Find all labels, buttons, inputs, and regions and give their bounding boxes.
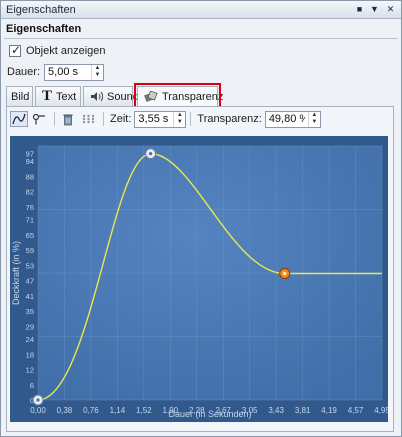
x-tick-label: 0,38 [57, 406, 73, 415]
curve-toolbar: Zeit: ▲▼ Transparenz: ▲▼ [10, 110, 321, 128]
y-tick-label: 18 [26, 350, 34, 359]
time-label: Zeit: [110, 113, 132, 125]
opacity-curve-chart[interactable]: 0,00 0,38 0,76 1,14 1,52 1,90 2,28 2,67 3,05 3,43… [10, 136, 388, 422]
speaker-icon [90, 91, 103, 102]
x-tick-label: 4,57 [348, 406, 364, 415]
delete-keyframe-button[interactable] [59, 111, 77, 127]
x-tick-label: 0,76 [83, 406, 99, 415]
x-tick-label: 4,95 [374, 406, 388, 415]
transparency-panel: Zeit: ▲▼ Transparenz: ▲▼ 0,00 0,38 0,76 1,1… [6, 106, 394, 432]
y-tick-label: 76 [26, 203, 34, 212]
duration-spin-arrows[interactable]: ▲ ▼ [91, 64, 103, 80]
x-tick-label: 0,00 [30, 406, 46, 415]
y-tick-label: 35 [26, 307, 34, 316]
tab-bild[interactable]: Bild [6, 86, 33, 106]
toolbar-separator [103, 112, 104, 126]
y-tick-label: 12 [26, 366, 34, 375]
tab-sound-label: Sound [107, 90, 139, 103]
time-spin-arrows[interactable]: ▲ ▼ [173, 111, 185, 127]
y-tick-label: 24 [26, 335, 34, 344]
y-tick-label: 29 [26, 322, 34, 331]
x-tick-label: 4,19 [321, 406, 337, 415]
grid-dots-icon [82, 114, 94, 124]
y-tick-label: 6 [30, 381, 34, 390]
transparency-spin-arrows[interactable]: ▲ ▼ [307, 111, 320, 127]
time-input[interactable] [135, 111, 174, 127]
curve-mode-button[interactable] [10, 111, 28, 127]
tab-bild-label: Bild [11, 90, 30, 103]
show-object-checkbox[interactable]: ✓ [9, 43, 22, 57]
checkmark-icon: ✓ [11, 43, 22, 57]
window-title: Eigenschaften [6, 4, 76, 16]
keyframe-tool-icon [32, 113, 45, 125]
tab-transparenz[interactable]: Transparenz [134, 83, 223, 109]
title-bar: Eigenschaften ■ ▼ ✕ [1, 1, 401, 19]
tab-text[interactable]: T Text [35, 86, 81, 106]
toolbar-separator [190, 112, 192, 126]
section-header: Eigenschaften [4, 23, 398, 39]
y-tick-label: 97 [26, 150, 34, 159]
y-tick-label: 88 [26, 172, 34, 181]
pin-button[interactable]: ▼ [368, 3, 381, 16]
x-tick-label: 1,52 [136, 406, 152, 415]
x-axis-label: Dauer (in Sekunden) [168, 409, 251, 419]
duration-spinner[interactable]: ▲▼ [44, 63, 105, 81]
y-tick-label: 41 [26, 292, 34, 301]
tab-sound[interactable]: Sound [83, 86, 139, 106]
keyframe-tool-button[interactable] [30, 111, 48, 127]
y-axis-label: Deckkraft (in %) [11, 241, 21, 305]
duration-input[interactable] [45, 64, 92, 80]
grid-toggle-button[interactable] [79, 111, 97, 127]
x-tick-label: 3,43 [268, 406, 284, 415]
duration-label: Dauer: [7, 66, 41, 78]
trash-icon [63, 114, 73, 125]
text-T-icon: T [42, 88, 53, 104]
keyframe-dot [36, 398, 40, 402]
x-tick-label: 3,81 [295, 406, 311, 415]
window-menu-button[interactable]: ■ [353, 3, 366, 16]
transparency-spinner[interactable]: ▲▼ [264, 110, 321, 128]
duration-row: Dauer: ▲▼ [7, 63, 105, 81]
tab-bar: Bild T Text Sound Transparenz [6, 83, 223, 109]
transparency-input[interactable] [265, 111, 308, 127]
tab-transparenz-label: Transparenz [162, 90, 224, 103]
curve-tool-icon [12, 113, 26, 125]
tab-text-label: Text [56, 90, 77, 103]
y-tick-label: 53 [26, 261, 34, 270]
toolbar-separator [54, 112, 55, 126]
y-tick-label: 65 [26, 231, 34, 240]
close-button[interactable]: ✕ [384, 3, 397, 16]
time-spinner[interactable]: ▲▼ [134, 110, 187, 128]
keyframe-dot [148, 152, 153, 156]
keyframe-dot [283, 271, 287, 276]
transparency-label: Transparenz: [197, 113, 262, 125]
properties-window: Eigenschaften ■ ▼ ✕ Eigenschaften ✓ Obje… [0, 0, 402, 437]
y-tick-label: 71 [26, 216, 34, 225]
x-tick-label: 1,14 [110, 406, 126, 415]
y-tick-label: 59 [26, 246, 34, 255]
show-object-row: ✓ Objekt anzeigen [9, 43, 106, 59]
y-tick-label: 47 [26, 277, 34, 286]
show-object-label: Objekt anzeigen [26, 45, 106, 57]
y-tick-label: 82 [26, 188, 34, 197]
transparency-icon [144, 90, 158, 103]
